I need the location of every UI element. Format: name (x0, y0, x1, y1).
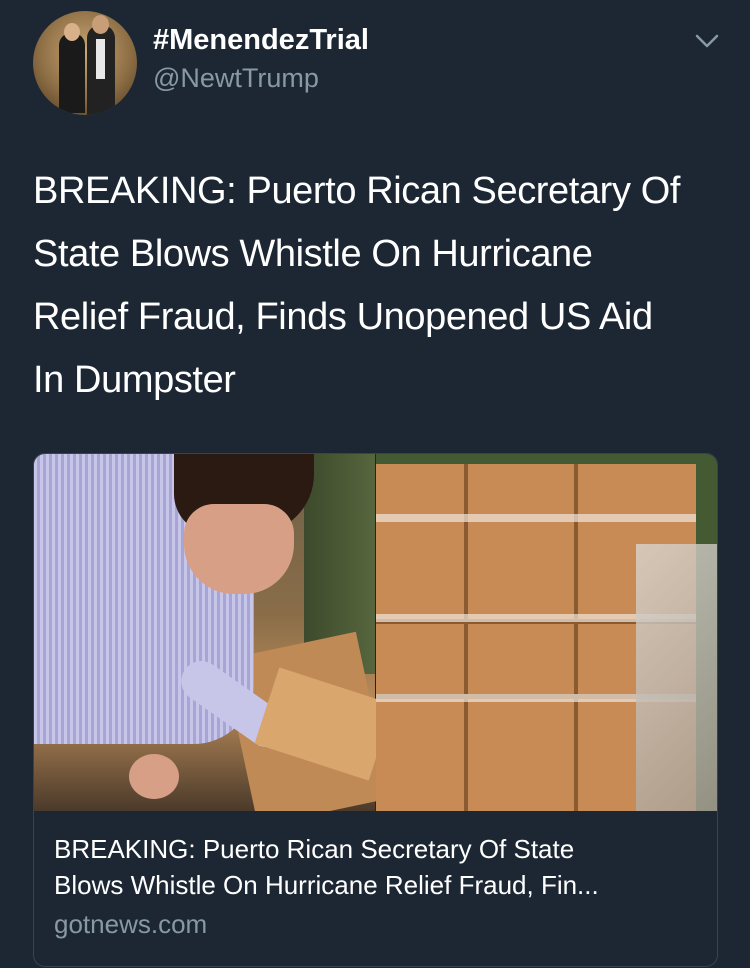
photo-man-face (184, 504, 294, 594)
author-display-name[interactable]: #MenendezTrial (153, 24, 369, 57)
chevron-down-icon[interactable] (694, 32, 720, 50)
link-preview-card[interactable]: BREAKING: Puerto Rican Secretary Of Stat… (33, 453, 718, 967)
card-title-line: Blows Whistle On Hurricane Relief Fraud,… (54, 870, 599, 900)
card-domain: gotnews.com (54, 909, 208, 939)
tweet-text: BREAKING: Puerto Rican Secretary Of Stat… (33, 160, 723, 412)
avatar-shirt (96, 39, 105, 79)
avatar-head-right (92, 15, 109, 34)
card-title-line: BREAKING: Puerto Rican Secretary Of Stat… (54, 834, 575, 864)
card-image[interactable] (34, 454, 717, 811)
card-image-left-photo (34, 454, 394, 811)
card-image-right-photo (376, 454, 717, 811)
photo-plastic-wrap (636, 544, 717, 811)
tweet-text-line: State Blows Whistle On Hurricane (33, 233, 593, 275)
card-title[interactable]: BREAKING: Puerto Rican Secretary Of Stat… (54, 831, 704, 903)
avatar-head-left (64, 23, 80, 41)
avatar-person-left (59, 33, 85, 113)
photo-man-hand (129, 754, 179, 799)
profile-avatar[interactable] (33, 11, 137, 115)
tweet-text-line: Relief Fraud, Finds Unopened US Aid (33, 296, 653, 338)
tweet-text-line: In Dumpster (33, 359, 236, 401)
photo-box-band (376, 514, 696, 522)
tweet-text-line: BREAKING: Puerto Rican Secretary Of (33, 170, 681, 212)
author-handle[interactable]: @NewtTrump (153, 63, 319, 94)
